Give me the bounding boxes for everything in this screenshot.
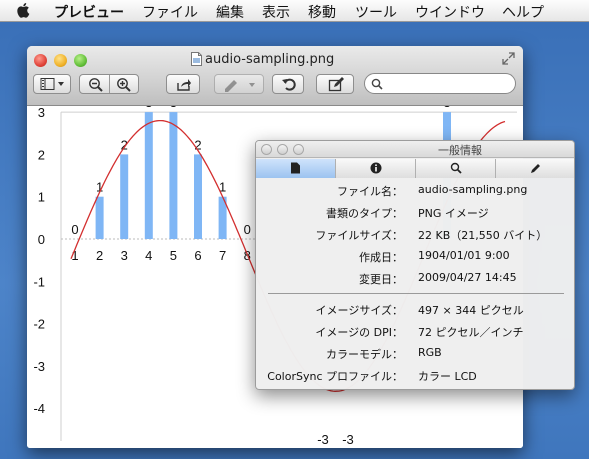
rotate-icon	[282, 78, 296, 91]
info-label: イメージサイズ：	[315, 304, 403, 317]
menu-edit[interactable]: 編集	[216, 2, 244, 22]
y-tick-label: -3	[33, 359, 45, 374]
info-value: PNG イメージ	[418, 207, 489, 220]
apple-menu-icon[interactable]	[15, 1, 33, 19]
info-panel-tabs	[256, 159, 574, 178]
chart-bar	[169, 112, 178, 239]
minimize-button[interactable]	[54, 54, 67, 67]
data-label-partial: -3	[342, 432, 354, 447]
info-row-colorsync: ColorSync プロファイル： カラー LCD	[256, 368, 574, 384]
info-label: ファイルサイズ：	[315, 229, 403, 242]
info-row-modified: 変更日： 2009/04/27 14:45	[256, 271, 574, 287]
edit-button[interactable]	[316, 74, 354, 94]
data-label-partial: 3	[443, 106, 450, 110]
y-tick-label: -2	[33, 317, 45, 332]
menu-help[interactable]: ヘルプ	[502, 2, 544, 22]
info-row-image-size: イメージサイズ： 497 × 344 ピクセル	[256, 302, 574, 318]
x-tick-label: 3	[121, 248, 128, 263]
info-label: カラーモデル：	[326, 348, 403, 361]
search-icon	[371, 78, 383, 90]
data-label-partial: -3	[317, 432, 329, 447]
info-row-dpi: イメージの DPI： 72 ピクセル／インチ	[256, 324, 574, 340]
window-titlebar[interactable]: audio-sampling.png	[27, 46, 523, 106]
pencil-edit-icon	[328, 77, 344, 92]
highlight-button[interactable]	[214, 74, 264, 94]
info-row-filename: ファイル名： audio-sampling.png	[256, 183, 574, 199]
info-label: ファイル名：	[337, 185, 403, 198]
info-panel-titlebar[interactable]: 一般情報	[256, 141, 574, 158]
tab-info[interactable]	[336, 159, 416, 178]
info-value: カラー LCD	[418, 370, 477, 383]
fullscreen-icon[interactable]	[502, 52, 515, 65]
document-icon	[291, 162, 300, 174]
search-input[interactable]	[385, 76, 510, 91]
pencil-icon	[531, 164, 540, 173]
menu-go[interactable]: 移動	[308, 2, 336, 22]
x-tick-label: 6	[194, 248, 201, 263]
general-info-panel: 一般情報 ファイル名： audio-sampling.png 書類のタイプ： P…	[255, 140, 575, 390]
x-tick-label: 5	[170, 248, 177, 263]
window-title: audio-sampling.png	[205, 52, 335, 67]
info-row-color-model: カラーモデル： RGB	[256, 346, 574, 362]
y-tick-label: 1	[38, 190, 45, 205]
data-label: 0	[244, 222, 251, 237]
info-label: 作成日：	[359, 251, 403, 264]
document-icon	[191, 52, 202, 66]
data-label: 3	[145, 106, 152, 110]
menubar: プレビュー ファイル 編集 表示 移動 ツール ウインドウ ヘルプ	[0, 0, 589, 22]
x-tick-label: 7	[219, 248, 226, 263]
info-value: RGB	[418, 346, 442, 359]
y-tick-label: 3	[38, 106, 45, 120]
chart-bar	[95, 196, 104, 239]
info-row-created: 作成日： 1904/01/01 9:00	[256, 249, 574, 265]
search-field[interactable]	[364, 73, 516, 94]
info-row-kind: 書類のタイプ： PNG イメージ	[256, 205, 574, 221]
info-label: 書類のタイプ：	[326, 207, 403, 220]
sidebar-toggle-button[interactable]	[33, 74, 71, 94]
menu-window[interactable]: ウインドウ	[415, 2, 485, 22]
zoom-out-icon[interactable]	[88, 77, 104, 93]
data-label: 3	[170, 106, 177, 110]
tab-annotations[interactable]	[496, 159, 574, 178]
info-label: 変更日：	[359, 273, 403, 286]
info-label: ColorSync プロファイル：	[267, 370, 403, 383]
menu-tools[interactable]: ツール	[355, 2, 397, 22]
info-separator	[268, 293, 564, 294]
y-tick-label: -1	[33, 274, 45, 289]
info-panel-title: 一般情報	[438, 144, 482, 157]
data-label: 0	[71, 222, 78, 237]
info-value: 72 ピクセル／インチ	[418, 326, 524, 339]
info-value: 497 × 344 ピクセル	[418, 304, 524, 317]
y-tick-label: 2	[38, 147, 45, 162]
share-button[interactable]	[166, 74, 200, 94]
info-icon	[370, 162, 382, 174]
chart-bar	[144, 112, 153, 239]
menu-app-name[interactable]: プレビュー	[54, 2, 124, 22]
chart-bar	[194, 154, 202, 239]
info-value: audio-sampling.png	[418, 183, 528, 196]
menu-file[interactable]: ファイル	[142, 2, 198, 22]
close-button[interactable]	[34, 54, 47, 67]
x-tick-label: 4	[145, 248, 152, 263]
y-tick-label: -4	[33, 401, 45, 416]
info-row-filesize: ファイルサイズ： 22 KB（21,550 バイト）	[256, 227, 574, 243]
info-value: 22 KB（21,550 バイト）	[418, 229, 548, 242]
sidebar-icon	[40, 78, 64, 90]
y-tick-label: 0	[38, 232, 45, 247]
zoom-in-icon[interactable]	[116, 77, 132, 93]
zoom-button[interactable]	[74, 54, 87, 67]
menu-view[interactable]: 表示	[262, 2, 290, 22]
magnifier-icon	[450, 162, 462, 174]
info-value: 2009/04/27 14:45	[418, 271, 517, 284]
rotate-button[interactable]	[272, 74, 304, 94]
x-tick-label: 2	[96, 248, 103, 263]
info-value: 1904/01/01 9:00	[418, 249, 510, 262]
tab-keywords[interactable]	[416, 159, 496, 178]
share-icon	[177, 79, 191, 91]
tab-general[interactable]	[256, 159, 336, 178]
info-label: イメージの DPI：	[315, 326, 403, 339]
highlighter-icon	[225, 80, 255, 92]
zoom-controls	[79, 74, 139, 94]
chart-bar	[120, 154, 129, 239]
